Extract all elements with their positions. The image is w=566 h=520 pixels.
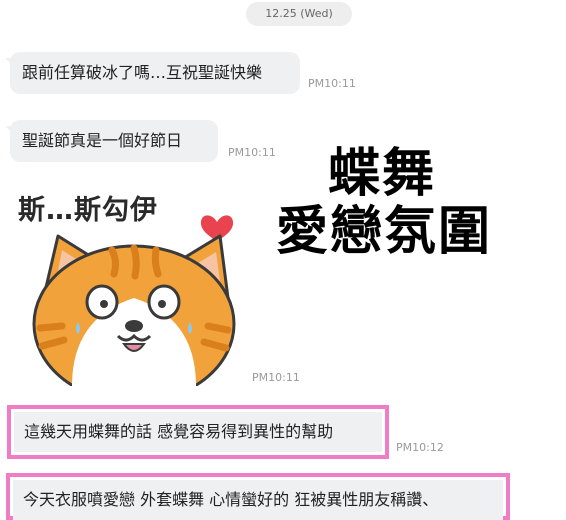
message-text: 跟前任算破冰了嗎…互祝聖誕快樂: [22, 63, 263, 82]
overlay-caption-line2: 愛戀氛圍: [276, 202, 493, 262]
date-separator: 12.25 (Wed): [246, 2, 352, 26]
message-bubble[interactable]: 跟前任算破冰了嗎…互祝聖誕快樂: [5, 52, 300, 94]
message-time: PM10:11: [228, 146, 276, 159]
sticker-caption: 斯…斯勾伊: [18, 195, 158, 226]
message-time: PM10:12: [396, 441, 444, 454]
sticker-time: PM10:11: [252, 371, 300, 384]
highlighted-message[interactable]: 今天衣服噴愛戀 外套蝶舞 心情蠻好的 狂被異性朋友稱讚、: [13, 480, 503, 520]
message-text: 今天衣服噴愛戀 外套蝶舞 心情蠻好的 狂被異性朋友稱讚、: [23, 490, 439, 509]
message-time: PM10:11: [308, 77, 356, 90]
message-text: 這幾天用蝶舞的話 感覺容易得到異性的幫助: [24, 422, 334, 441]
highlighted-message[interactable]: 這幾天用蝶舞的話 感覺容易得到異性的幫助: [14, 412, 382, 452]
message-bubble[interactable]: 聖誕節真是一個好節日: [5, 120, 218, 162]
overlay-caption-line1: 蝶舞: [328, 144, 437, 204]
message-text: 聖誕節真是一個好節日: [22, 131, 183, 150]
